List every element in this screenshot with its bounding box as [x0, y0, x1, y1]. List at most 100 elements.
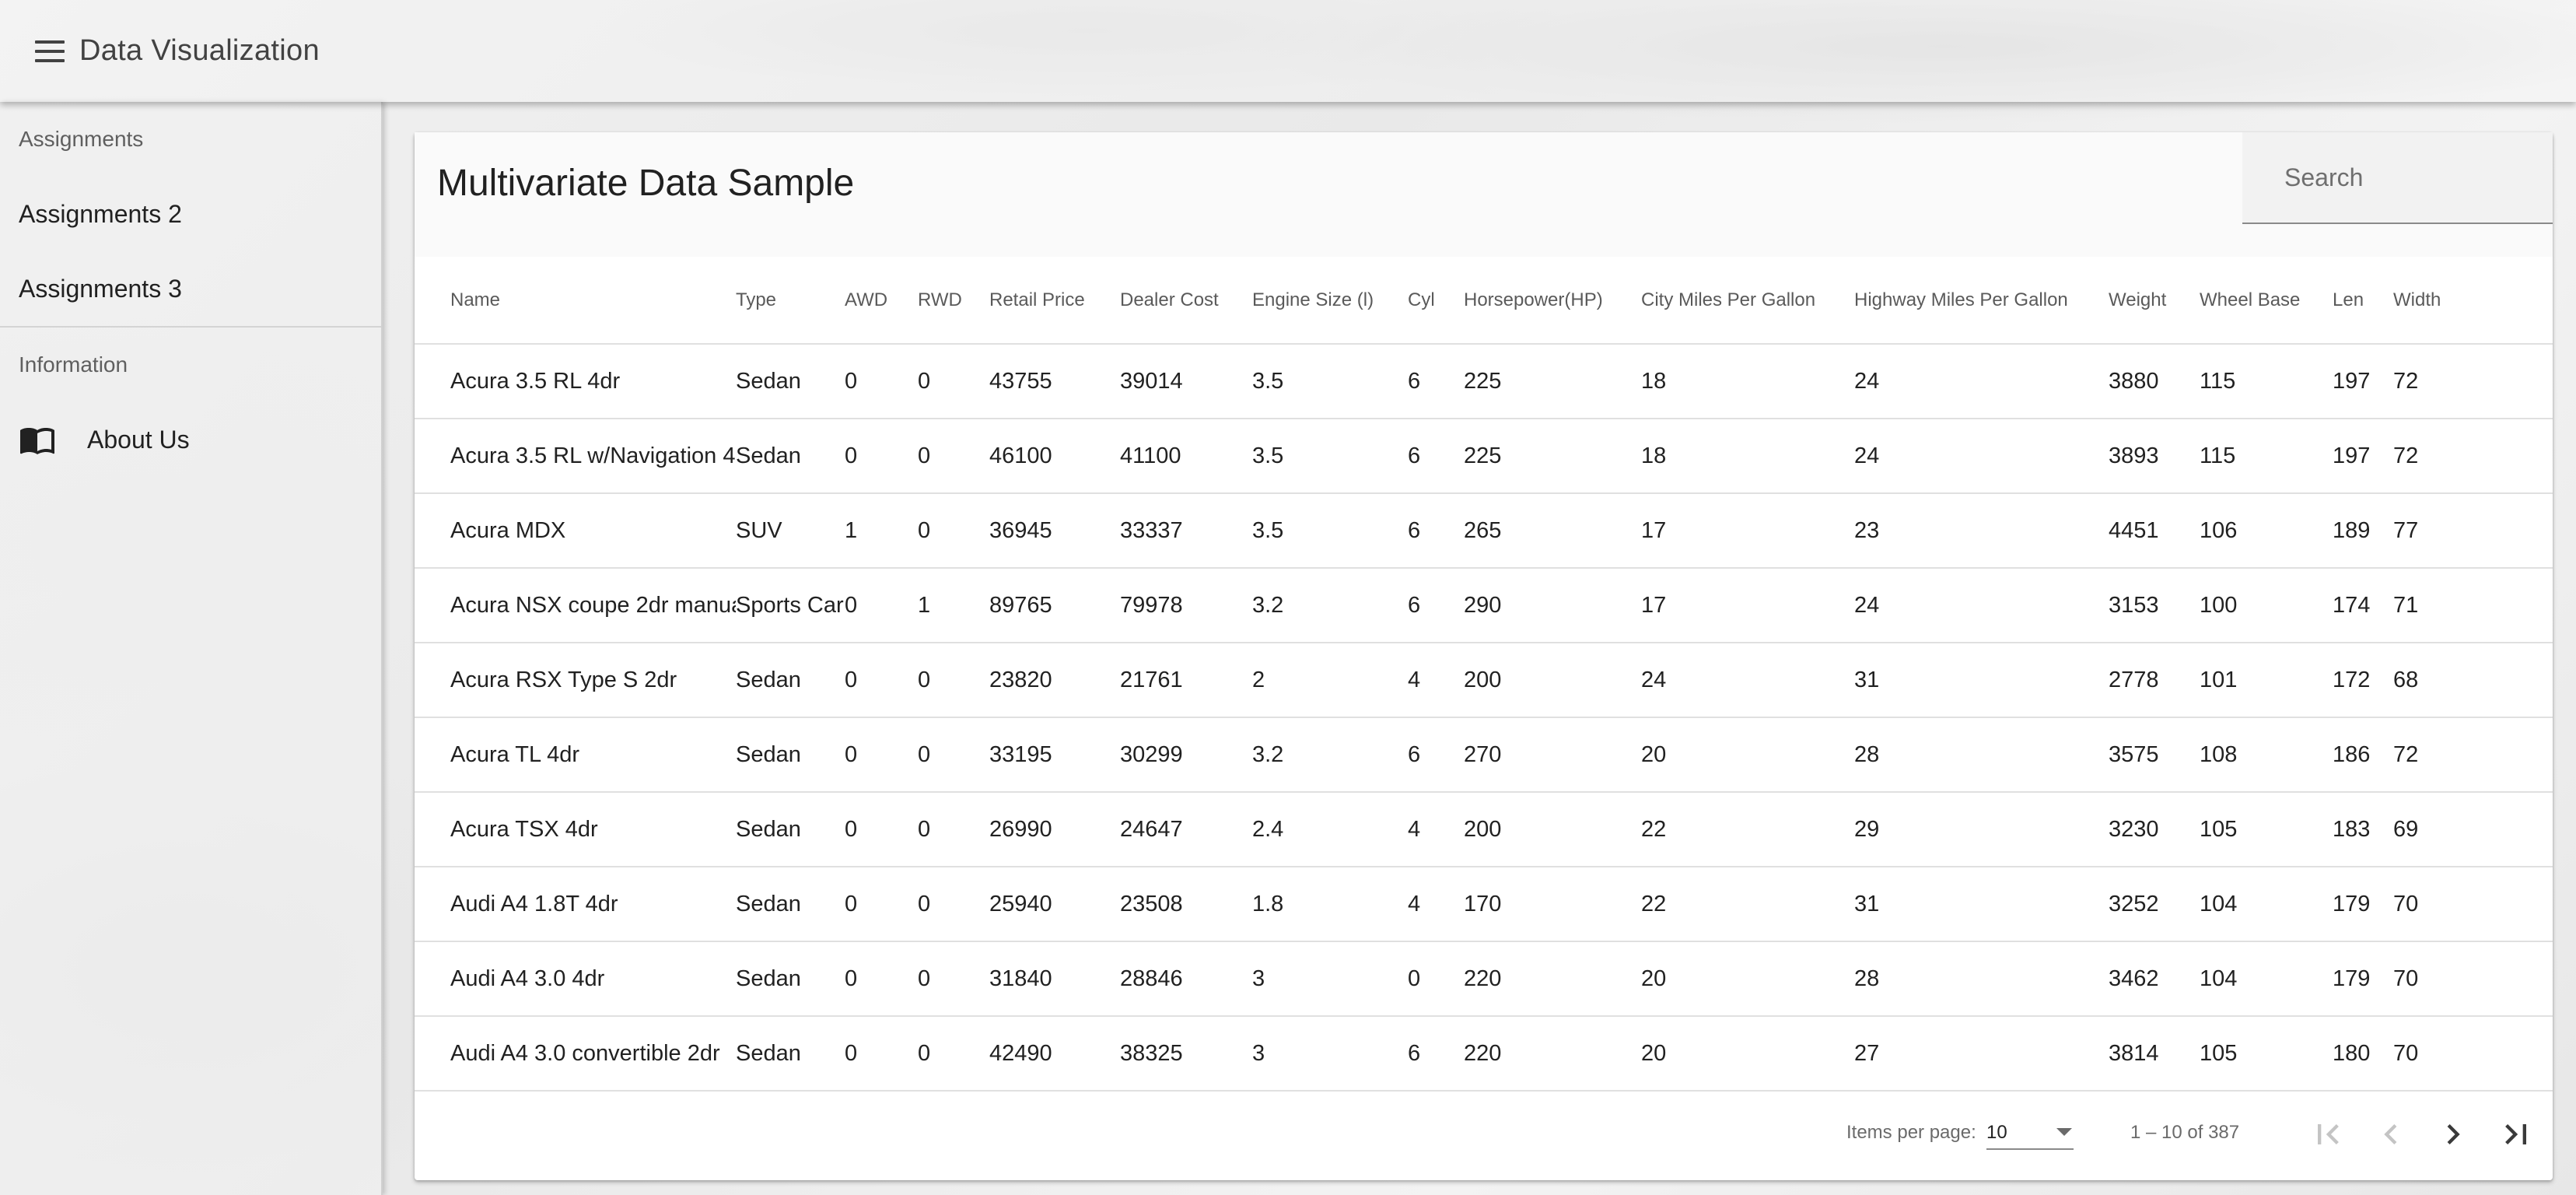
table-cell: 0: [918, 344, 989, 419]
sidebar-item-assignments-2[interactable]: Assignments 2: [0, 177, 381, 251]
items-per-page-select[interactable]: 10: [1986, 1116, 2074, 1150]
table-row[interactable]: Acura TSX 4dr Sedan 0 0 26990 24647 2.4 4 200 22 2…: [415, 792, 2553, 867]
table-cell: 0: [845, 867, 918, 942]
table-cell: 89765: [989, 568, 1120, 643]
table-cell: Acura NSX coupe 2dr manual S: [415, 568, 736, 643]
table-cell: 3814: [2109, 1016, 2200, 1092]
search-input[interactable]: [2242, 132, 2553, 223]
menu-icon[interactable]: [26, 28, 73, 75]
table-cell: 0: [845, 419, 918, 494]
table-cell: 0: [918, 792, 989, 867]
table-cell: 0: [845, 643, 918, 718]
table-cell: 24647: [1120, 792, 1252, 867]
table-row[interactable]: Acura NSX coupe 2dr manual SSports Car01…: [415, 568, 2553, 643]
column-header[interactable]: Width: [2393, 257, 2553, 345]
table-cell: Acura TL 4dr: [415, 717, 736, 793]
table-cell: 225: [1464, 344, 1641, 419]
table-cell: 2.4: [1252, 792, 1408, 867]
table-cell: 22: [1641, 867, 1854, 942]
table-row[interactable]: Acura MDX SUV 1 0 36945 33337 3.5 6 265 17 23 4451 1…: [415, 493, 2553, 569]
sidebar-item-assignments-3[interactable]: Assignments 3: [0, 251, 381, 326]
sidebar-item-label: About Us: [87, 425, 190, 454]
last-page-icon: [2505, 1124, 2526, 1144]
table-cell: 0: [918, 867, 989, 942]
table-cell: 6: [1408, 419, 1464, 494]
table-cell: 23: [1854, 493, 2109, 569]
column-header[interactable]: Highway Miles Per Gallon: [1854, 257, 2109, 345]
search-field[interactable]: [2242, 132, 2553, 224]
table-cell: 23508: [1120, 867, 1252, 942]
table-cell: Sedan: [736, 792, 845, 867]
table-cell: 220: [1464, 941, 1641, 1017]
table-cell: 28846: [1120, 941, 1252, 1017]
paginator: Items per page: 10 1 – 10 of 387: [415, 1086, 2553, 1180]
table-cell: 20: [1641, 717, 1854, 793]
column-header[interactable]: Type: [736, 257, 845, 345]
table-cell: 3230: [2109, 792, 2200, 867]
table-cell: 0: [918, 643, 989, 718]
column-header[interactable]: Name: [415, 257, 736, 345]
table-cell: 197: [2333, 344, 2393, 419]
column-header[interactable]: Retail Price: [989, 257, 1120, 345]
first-page-button[interactable]: [2308, 1114, 2348, 1155]
table-cell: 31: [1854, 643, 2109, 718]
table-row[interactable]: Acura 3.5 RL w/Navigation 4dr Sedan 0 0 4610…: [415, 419, 2553, 494]
table-cell: 70: [2393, 941, 2553, 1017]
table-row[interactable]: Audi A4 3.0 convertible 2dr Sedan 0 0 42490 3…: [415, 1016, 2553, 1092]
table-row[interactable]: Acura RSX Type S 2dr Sedan 0 0 23820 21761 2 4 2…: [415, 643, 2553, 718]
table-cell: 6: [1408, 1016, 1464, 1092]
column-header[interactable]: AWD: [845, 257, 918, 345]
top-toolbar: Data Visualization: [0, 0, 2576, 102]
last-page-button[interactable]: [2496, 1114, 2536, 1155]
table-cell: 4451: [2109, 493, 2200, 569]
table-cell: 18: [1641, 344, 1854, 419]
column-header[interactable]: RWD: [918, 257, 989, 345]
table-cell: 3880: [2109, 344, 2200, 419]
table-cell: Sedan: [736, 1016, 845, 1092]
data-table: Name Type AWD RWD Retail Price Dealer Cost Eng…: [415, 257, 2553, 1092]
sidebar-item-about-us[interactable]: About Us: [0, 402, 381, 477]
next-page-button[interactable]: [2433, 1114, 2473, 1155]
table-cell: 4: [1408, 643, 1464, 718]
table-row[interactable]: Acura 3.5 RL 4dr Sedan 0 0 43755 39014 3.5 6 225…: [415, 344, 2553, 419]
page-range-label: 1 – 10 of 387: [2130, 1122, 2240, 1143]
table-cell: 179: [2333, 941, 2393, 1017]
column-header[interactable]: Cyl: [1408, 257, 1464, 345]
data-table-container: Name Type AWD RWD Retail Price Dealer Cost Eng…: [415, 257, 2553, 1092]
column-header[interactable]: Horsepower(HP): [1464, 257, 1641, 345]
first-page-icon: [2318, 1124, 2339, 1144]
table-cell: 28: [1854, 717, 2109, 793]
table-cell: 183: [2333, 792, 2393, 867]
table-cell: 3462: [2109, 941, 2200, 1017]
table-cell: 2: [1252, 643, 1408, 718]
table-cell: Acura RSX Type S 2dr: [415, 643, 736, 718]
table-cell: 6: [1408, 344, 1464, 419]
column-header[interactable]: Engine Size (l): [1252, 257, 1408, 345]
table-cell: 0: [918, 941, 989, 1017]
table-row[interactable]: Acura TL 4dr Sedan 0 0 33195 30299 3.2 6 270 20 28…: [415, 717, 2553, 793]
table-cell: Sports Car: [736, 568, 845, 643]
table-cell: 70: [2393, 867, 2553, 942]
column-header[interactable]: Weight: [2109, 257, 2200, 345]
table-cell: 31840: [989, 941, 1120, 1017]
book-icon: [19, 421, 56, 458]
table-body: Acura 3.5 RL 4dr Sedan 0 0 43755 39014 3.5 6 225…: [415, 344, 2553, 1092]
table-cell: 4: [1408, 867, 1464, 942]
sidebar-item-label: Assignments 3: [19, 274, 182, 303]
page-title: Multivariate Data Sample: [437, 163, 855, 204]
column-header[interactable]: City Miles Per Gallon: [1641, 257, 1854, 345]
sidebar-item-label: Assignments 2: [19, 199, 182, 228]
table-cell: 220: [1464, 1016, 1641, 1092]
table-row[interactable]: Audi A4 3.0 4dr Sedan 0 0 31840 28846 3 0 220 20 2…: [415, 941, 2553, 1017]
table-cell: Sedan: [736, 643, 845, 718]
column-header[interactable]: Len: [2333, 257, 2393, 345]
table-row[interactable]: Audi A4 1.8T 4dr Sedan 0 0 25940 23508 1.8 4 170…: [415, 867, 2553, 942]
table-cell: 186: [2333, 717, 2393, 793]
column-header[interactable]: Dealer Cost: [1120, 257, 1252, 345]
table-cell: 79978: [1120, 568, 1252, 643]
previous-page-button[interactable]: [2371, 1114, 2411, 1155]
table-cell: 108: [2200, 717, 2333, 793]
column-header[interactable]: Wheel Base: [2200, 257, 2333, 345]
sidebar: Assignments Assignments 2 Assignments 3 …: [0, 102, 383, 1195]
table-cell: 170: [1464, 867, 1641, 942]
